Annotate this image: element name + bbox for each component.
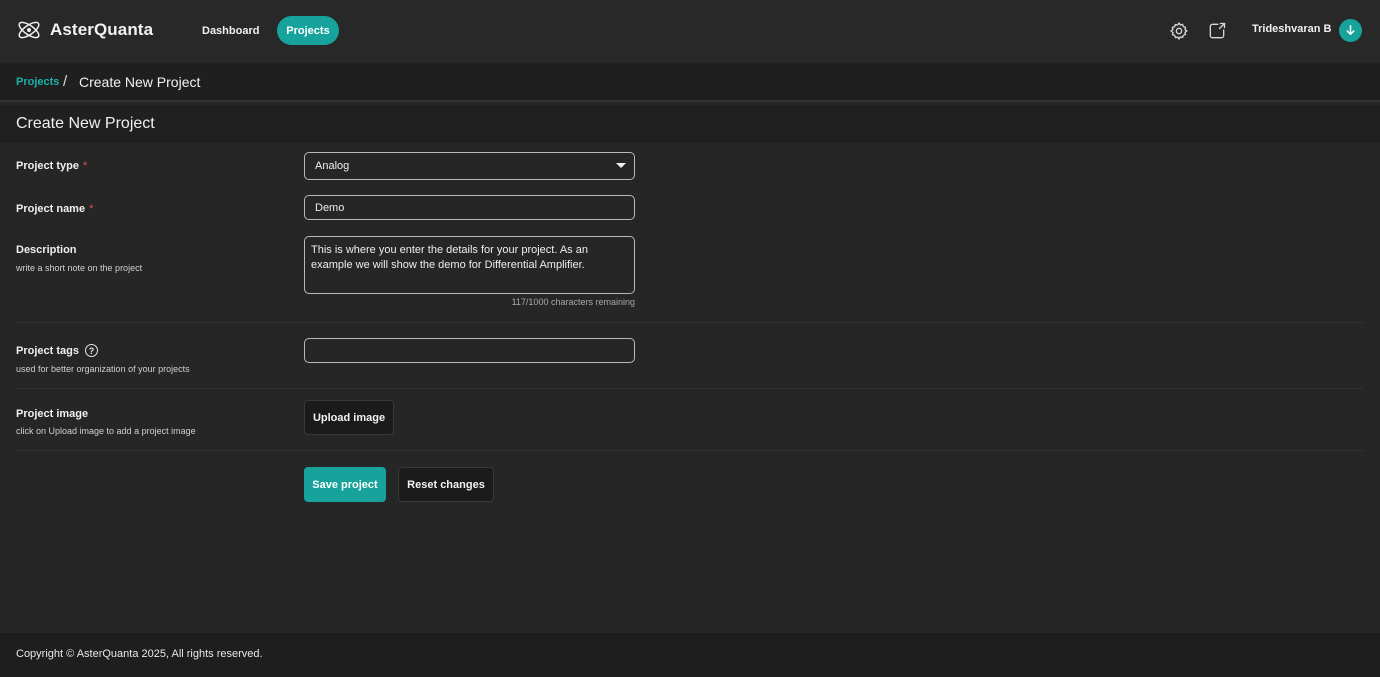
breadcrumb-projects-link[interactable]: Projects xyxy=(16,76,59,88)
project-tags-label: Project tags ? xyxy=(16,344,98,357)
share-button[interactable] xyxy=(1206,20,1228,42)
project-tags-hint: used for better organization of your pro… xyxy=(16,364,190,374)
description-textarea[interactable]: This is where you enter the details for … xyxy=(304,236,635,294)
brand-name: AsterQuanta xyxy=(50,20,154,39)
project-name-label: Project name * xyxy=(16,203,93,215)
breadcrumb-current: Create New Project xyxy=(79,74,201,90)
nav-dashboard[interactable]: Dashboard xyxy=(192,16,269,45)
project-tags-label-text: Project tags xyxy=(16,344,79,357)
description-hint: write a short note on the project xyxy=(16,263,143,273)
description-label-text: Description xyxy=(16,244,77,256)
divider xyxy=(16,322,1363,323)
breadcrumb: Projects / Create New Project xyxy=(0,63,1380,102)
project-type-value: Analog xyxy=(315,160,350,172)
project-image-hint: click on Upload image to add a project i… xyxy=(16,426,196,436)
project-name-label-text: Project name xyxy=(16,203,86,215)
brand[interactable]: AsterQuanta xyxy=(16,17,153,43)
save-project-button[interactable]: Save project xyxy=(304,467,386,502)
char-count: 117/1000 characters remaining xyxy=(511,297,635,307)
breadcrumb-separator: / xyxy=(63,73,68,90)
divider xyxy=(16,450,1363,451)
section-header: Create New Project xyxy=(0,105,1380,143)
copyright-text: Copyright © AsterQuanta 2025, All rights… xyxy=(16,648,263,660)
description-label: Description xyxy=(16,244,77,256)
user-name[interactable]: Trideshvaran B xyxy=(1252,23,1331,35)
atom-logo-icon xyxy=(18,21,40,39)
project-type-label-text: Project type xyxy=(16,160,79,172)
project-name-input[interactable]: Demo xyxy=(304,195,635,220)
avatar[interactable] xyxy=(1339,19,1362,42)
download-icon xyxy=(1346,25,1355,35)
top-navbar: AsterQuanta Dashboard Projects Trideshva… xyxy=(0,0,1380,62)
project-name-value: Demo xyxy=(315,201,345,214)
required-mark: * xyxy=(82,160,88,172)
footer: Copyright © AsterQuanta 2025, All rights… xyxy=(0,633,1380,677)
share-icon xyxy=(1209,22,1226,39)
project-type-select[interactable]: Analog xyxy=(304,152,635,180)
help-icon[interactable]: ? xyxy=(84,344,98,357)
nav-projects[interactable]: Projects xyxy=(277,16,339,45)
description-value: This is where you enter the details for … xyxy=(311,244,588,271)
project-image-label-text: Project image xyxy=(16,408,89,420)
gear-icon xyxy=(1169,21,1188,41)
project-tags-input[interactable] xyxy=(304,338,635,363)
upload-image-button[interactable]: Upload image xyxy=(304,400,394,435)
reset-changes-button[interactable]: Reset changes xyxy=(398,467,494,502)
project-type-label: Project type * xyxy=(16,160,87,172)
page-title: Create New Project xyxy=(16,115,155,132)
required-mark: * xyxy=(89,203,94,215)
settings-button[interactable] xyxy=(1168,20,1190,42)
divider xyxy=(16,388,1363,389)
project-image-label: Project image xyxy=(16,408,88,420)
caret-down-icon xyxy=(616,163,626,168)
